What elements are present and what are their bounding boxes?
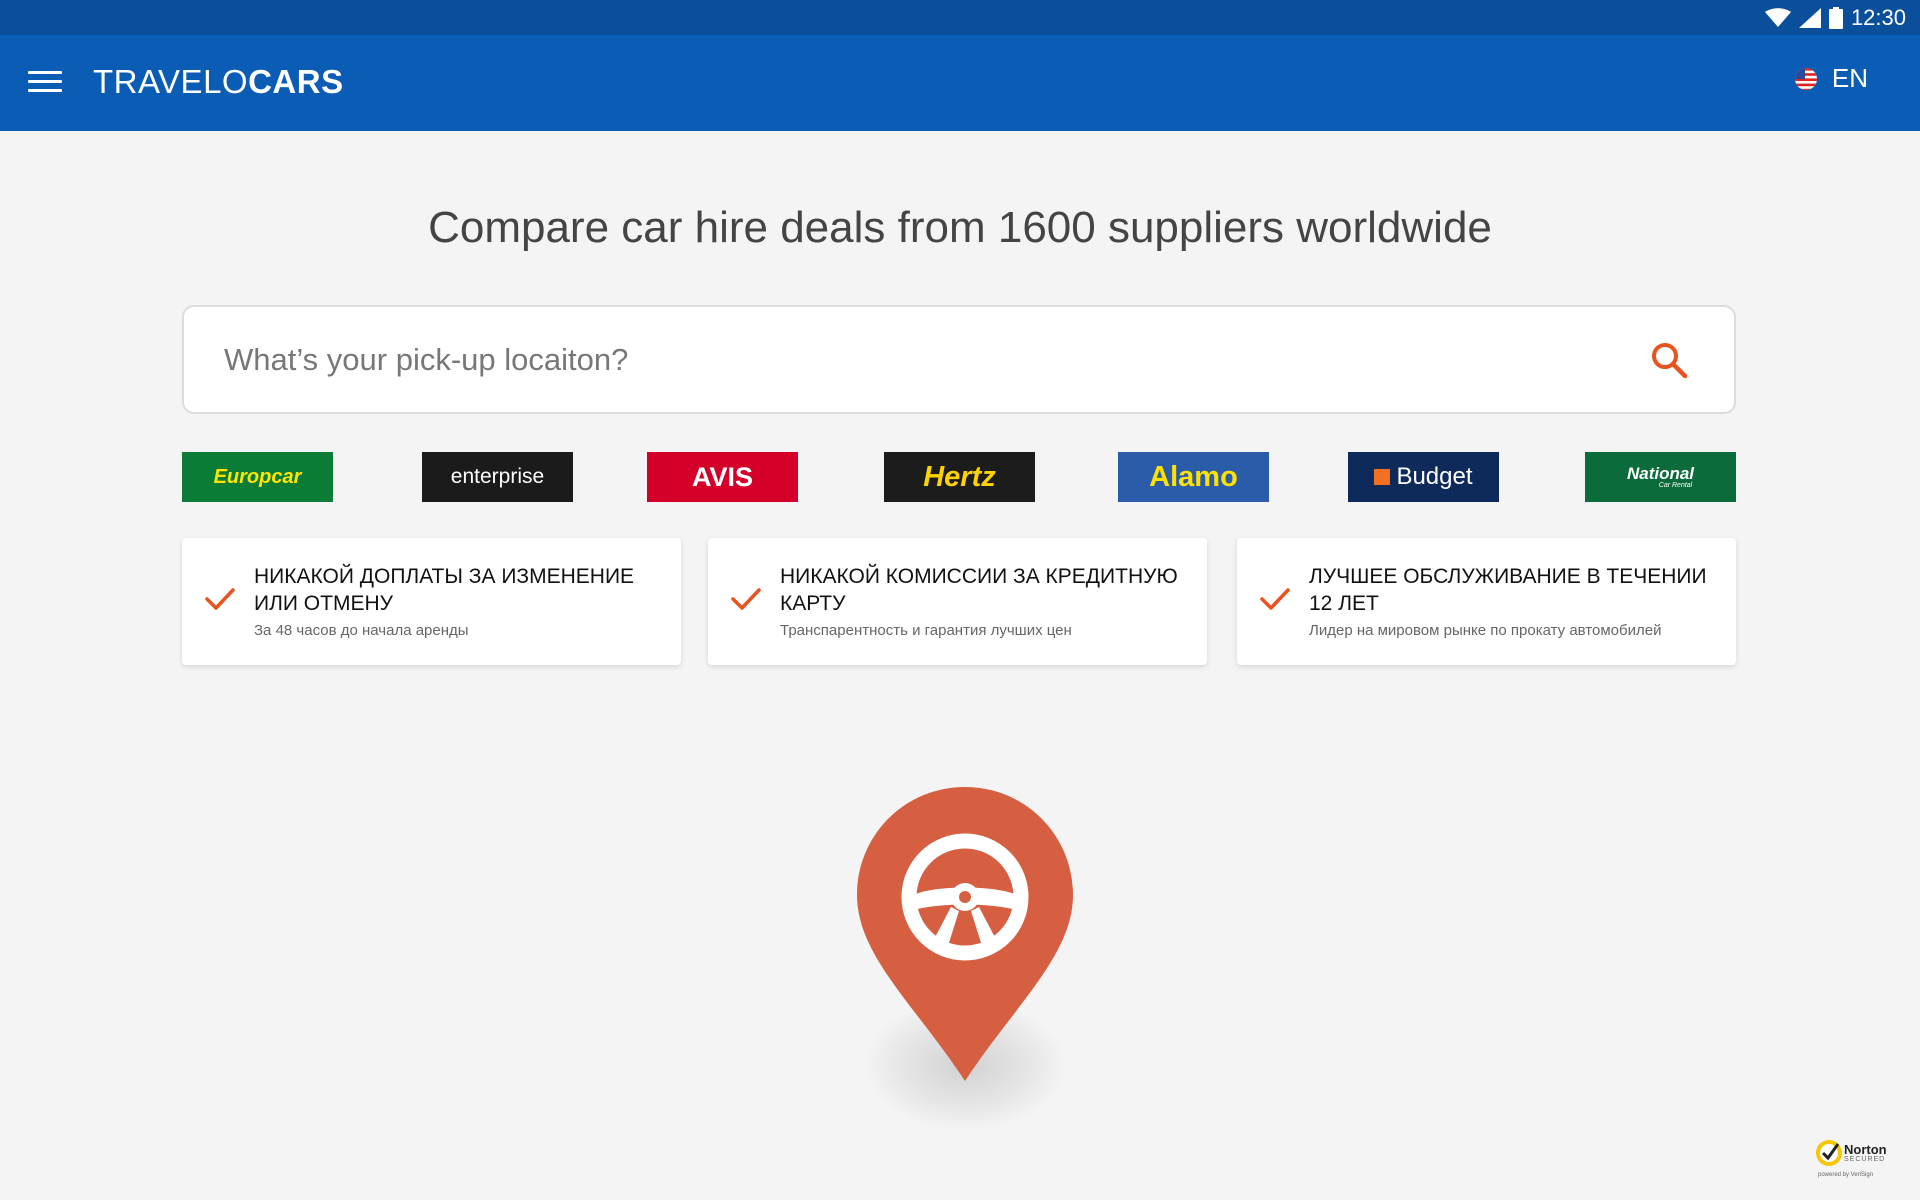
supplier-logo-europcar[interactable]: Europcar bbox=[182, 452, 333, 502]
feature-title: НИКАКОЙ ДОПЛАТЫ ЗА ИЗМЕНЕНИЕ ИЛИ ОТМЕНУ bbox=[254, 565, 635, 615]
page-headline: Compare car hire deals from 1600 supplie… bbox=[428, 203, 1492, 252]
supplier-name: enterprise bbox=[450, 465, 545, 488]
norton-brand: Norton bbox=[1844, 1142, 1887, 1157]
check-icon bbox=[205, 588, 235, 610]
budget-mark-icon bbox=[1374, 469, 1391, 485]
battery-icon bbox=[1828, 6, 1843, 29]
pickup-location-input[interactable] bbox=[224, 307, 1624, 412]
search-icon[interactable] bbox=[1650, 341, 1688, 379]
app-bar: TRAVELOCARS EN bbox=[0, 35, 1920, 131]
feature-card: ЛУЧШЕЕ ОБСЛУЖИВАНИЕ В ТЕЧЕНИИ 12 ЛЕТ Лид… bbox=[1237, 538, 1736, 665]
supplier-name: National bbox=[1626, 463, 1695, 483]
supplier-logo-enterprise[interactable]: enterprise bbox=[422, 452, 573, 502]
us-flag-icon bbox=[1794, 67, 1817, 90]
feature-subtitle: Транспарентность и гарантия лучших цен bbox=[780, 622, 1072, 639]
status-time: 12:30 bbox=[1850, 4, 1906, 30]
norton-powered: powered by VeriSign bbox=[1818, 1172, 1874, 1178]
supplier-name: AVIS bbox=[691, 461, 753, 492]
brand-light: TRAVELO bbox=[93, 63, 249, 100]
steering-wheel-pin-icon bbox=[857, 787, 1073, 1081]
language-code: EN bbox=[1831, 63, 1868, 93]
supplier-name: Budget bbox=[1396, 463, 1473, 490]
supplier-logos: Europcar enterprise AVIS Hertz Alamo Bud… bbox=[182, 452, 1736, 502]
norton-secured-badge[interactable]: Norton SECURED powered by VeriSign bbox=[1812, 1134, 1894, 1182]
supplier-logo-avis[interactable]: AVIS bbox=[647, 452, 798, 502]
brand-bold: CARS bbox=[248, 63, 344, 100]
app-title: TRAVELOCARS bbox=[93, 63, 344, 101]
check-icon bbox=[1260, 588, 1290, 610]
status-icons: 12:30 bbox=[1764, 0, 1906, 35]
supplier-logo-national[interactable]: National Car Rental bbox=[1585, 452, 1736, 502]
signal-icon bbox=[1798, 7, 1821, 28]
feature-subtitle: Лидер на мировом рынке по прокату автомо… bbox=[1309, 622, 1662, 639]
language-selector[interactable]: EN bbox=[1794, 63, 1868, 94]
supplier-name: Europcar bbox=[213, 465, 302, 488]
supplier-name: Hertz bbox=[923, 460, 996, 493]
norton-check-icon bbox=[1816, 1140, 1842, 1166]
wifi-icon bbox=[1764, 7, 1791, 27]
supplier-logo-hertz[interactable]: Hertz bbox=[884, 452, 1035, 502]
status-bar: 12:30 bbox=[0, 0, 1920, 35]
supplier-logo-alamo[interactable]: Alamo bbox=[1118, 452, 1269, 502]
norton-label: SECURED bbox=[1844, 1156, 1886, 1163]
feature-subtitle: За 48 часов до начала аренды bbox=[254, 622, 469, 639]
supplier-tagline: Car Rental bbox=[1658, 481, 1693, 489]
supplier-name: Alamo bbox=[1149, 460, 1238, 493]
check-icon bbox=[731, 588, 761, 610]
feature-title: ЛУЧШЕЕ ОБСЛУЖИВАНИЕ В ТЕЧЕНИИ 12 ЛЕТ bbox=[1309, 565, 1707, 615]
steering-wheel-pin-illustration bbox=[820, 770, 1110, 1170]
supplier-logo-budget[interactable]: Budget bbox=[1348, 452, 1499, 502]
feature-card: НИКАКОЙ ДОПЛАТЫ ЗА ИЗМЕНЕНИЕ ИЛИ ОТМЕНУ … bbox=[182, 538, 681, 665]
feature-title: НИКАКОЙ КОМИССИИ ЗА КРЕДИТНУЮ КАРТУ bbox=[780, 565, 1178, 615]
feature-card: НИКАКОЙ КОМИССИИ ЗА КРЕДИТНУЮ КАРТУ Тран… bbox=[708, 538, 1207, 665]
menu-icon[interactable] bbox=[28, 71, 62, 95]
search-box[interactable] bbox=[182, 305, 1736, 414]
